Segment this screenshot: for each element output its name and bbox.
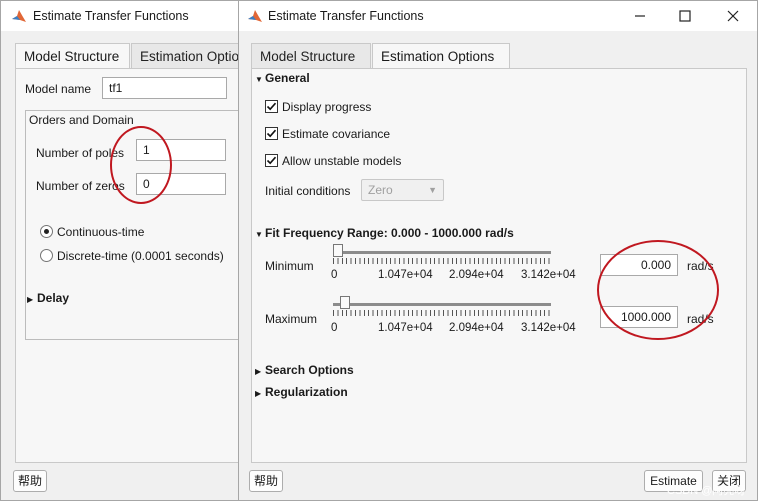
general-section-toggle[interactable]: ▼ General (255, 71, 310, 85)
slider-ticks (333, 258, 551, 264)
left-title-bar[interactable]: Estimate Transfer Functions (1, 1, 247, 31)
minimum-slider[interactable] (333, 242, 551, 266)
minimize-icon (635, 15, 645, 17)
right-tab-model-structure[interactable]: Model Structure (251, 43, 371, 69)
checkmark-icon (266, 156, 277, 165)
slider-thumb[interactable] (339, 296, 350, 309)
general-label: General (265, 71, 310, 85)
matlab-icon (12, 10, 26, 22)
right-help-button[interactable]: 帮助 (249, 470, 283, 492)
tab-label: Estimation Optio (140, 49, 240, 64)
delay-label: Delay (37, 291, 70, 305)
min-tick-label-1: 1.047e+04 (378, 269, 433, 281)
caret-down-icon: ▼ (255, 75, 263, 84)
right-tab-estimation-options[interactable]: Estimation Options (372, 43, 510, 69)
slider-track (333, 251, 551, 254)
model-name-label: Model name (25, 82, 92, 96)
slider-track (333, 303, 551, 306)
watermark-text: CSDN @阿亮呀 (667, 485, 746, 497)
fit-frequency-section-toggle[interactable]: ▼ Fit Frequency Range: 0.000 - 1000.000 r… (255, 226, 514, 240)
min-tick-label-3: 3.142e+04 (521, 269, 576, 281)
search-options-label: Search Options (265, 363, 354, 377)
estimate-covariance-checkbox[interactable] (265, 127, 278, 140)
close-icon (727, 10, 739, 22)
zeros-label: Number of zeros (36, 179, 125, 193)
allow-unstable-label[interactable]: Allow unstable models (282, 154, 401, 168)
annotation-ellipse-poles (110, 126, 172, 204)
maximize-icon (679, 10, 691, 22)
discrete-time-radio[interactable] (40, 249, 53, 262)
orders-domain-title: Orders and Domain (29, 113, 134, 127)
discrete-time-label[interactable]: Discrete-time (0.0001 seconds) (57, 249, 224, 263)
caret-down-icon: ▼ (428, 185, 437, 195)
max-tick-label-1: 1.047e+04 (378, 322, 433, 334)
max-tick-label-2: 2.094e+04 (449, 322, 504, 334)
display-progress-checkbox[interactable] (265, 100, 278, 113)
caret-right-icon: ▶ (255, 389, 262, 398)
display-progress-label[interactable]: Display progress (282, 100, 371, 114)
left-tab-estimation-options[interactable]: Estimation Optio (131, 43, 247, 69)
caret-right-icon: ▶ (27, 295, 34, 304)
maximize-button[interactable] (671, 5, 699, 27)
min-tick-label-2: 2.094e+04 (449, 269, 504, 281)
initial-conditions-label: Initial conditions (265, 184, 351, 198)
maximum-label: Maximum (265, 312, 318, 326)
minimum-label: Minimum (265, 259, 314, 273)
left-dialog-window: Estimate Transfer Functions Model Struct… (0, 0, 248, 501)
continuous-time-label[interactable]: Continuous-time (57, 225, 144, 239)
max-tick-label-3: 3.142e+04 (521, 322, 576, 334)
right-window-title: Estimate Transfer Functions (268, 9, 424, 23)
tab-label: Estimation Options (381, 49, 495, 64)
right-title-bar[interactable]: Estimate Transfer Functions (239, 1, 757, 31)
slider-ticks (333, 310, 551, 316)
max-tick-label-0: 0 (331, 322, 338, 334)
annotation-ellipse-range (597, 240, 719, 340)
caret-right-icon: ▶ (255, 367, 262, 376)
min-tick-label-0: 0 (331, 269, 338, 281)
caret-down-icon: ▼ (255, 230, 263, 239)
continuous-time-radio[interactable] (40, 225, 53, 238)
model-name-field[interactable]: tf1 (102, 77, 227, 99)
slider-thumb[interactable] (333, 244, 343, 257)
estimate-covariance-label[interactable]: Estimate covariance (282, 127, 390, 141)
initial-conditions-value: Zero (368, 183, 393, 197)
left-window-title: Estimate Transfer Functions (33, 9, 189, 23)
fit-frequency-label: Fit Frequency Range: 0.000 - 1000.000 ra… (265, 226, 514, 240)
tab-label: Model Structure (24, 49, 120, 64)
checkmark-icon (266, 129, 277, 138)
checkmark-icon (266, 102, 277, 111)
left-help-button[interactable]: 帮助 (13, 470, 47, 492)
close-window-button[interactable] (719, 5, 747, 27)
minimize-button[interactable] (626, 5, 654, 27)
initial-conditions-dropdown: Zero ▼ (361, 179, 444, 201)
tab-label: Model Structure (260, 49, 356, 64)
matlab-icon (248, 10, 262, 22)
left-tab-model-structure[interactable]: Model Structure (15, 43, 130, 69)
allow-unstable-checkbox[interactable] (265, 154, 278, 167)
maximum-slider[interactable] (333, 294, 551, 318)
regularization-label: Regularization (265, 385, 348, 399)
delay-section-toggle[interactable]: ▶ Delay (27, 291, 69, 305)
search-options-section-toggle[interactable]: ▶ Search Options (255, 363, 354, 377)
regularization-section-toggle[interactable]: ▶ Regularization (255, 385, 348, 399)
